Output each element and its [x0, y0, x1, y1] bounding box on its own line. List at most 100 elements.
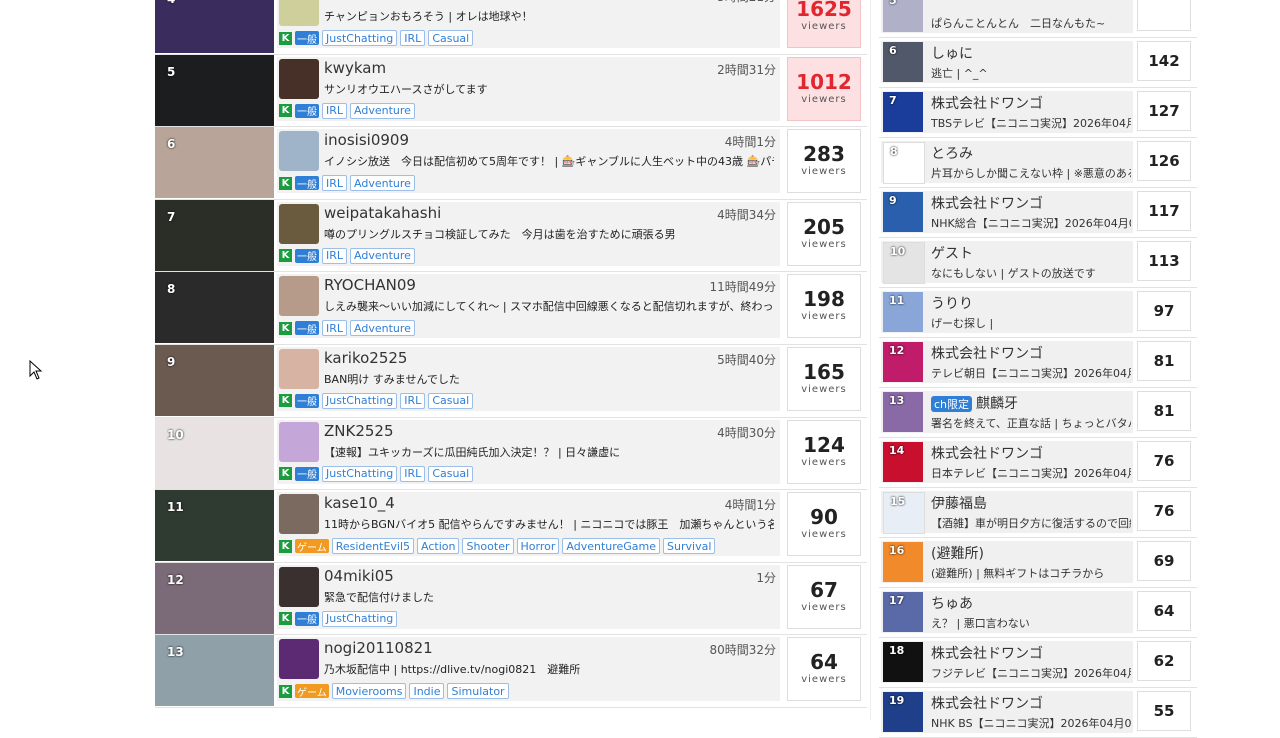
stream-thumbnail[interactable]: 6 [155, 127, 274, 199]
stream-title[interactable]: イノシシ放送 今日は配信初めて5周年です！ | 🎰ギャンブルに人生ベット中の43… [324, 153, 774, 169]
tag-link[interactable]: ResidentEvil5 [331, 538, 415, 555]
stream-title[interactable]: BAN明け すみませんでした [324, 371, 774, 387]
channel-icon[interactable]: 9 [883, 192, 923, 232]
streamer-name[interactable]: kariko2525 [324, 349, 407, 367]
side-stream-row[interactable]: 8 とろみ 片耳からしか聞こえない枠 | ※悪意のある 126 [879, 138, 1197, 188]
stream-row[interactable]: 11 kase10_4 4時間1分 11時からBGNバイオ5 配信やらんですみません！… [155, 490, 867, 563]
streamer-avatar[interactable] [279, 566, 319, 607]
stream-thumbnail[interactable]: 7 [155, 199, 274, 271]
stream-row[interactable]: 8 RYOCHAN09 11時間49分 しえみ襲来〜いい加減にしてくれ〜 | スマホ配… [155, 272, 867, 345]
channel-name[interactable]: ちゅあ [931, 596, 973, 612]
tag-link[interactable]: Adventure [350, 175, 415, 192]
side-stream-title[interactable]: フジテレビ【ニコニコ実況】2026年04月 [931, 665, 1131, 681]
stream-title[interactable]: しえみ襲来〜いい加減にしてくれ〜 | スマホ配信中回線悪くなると配信切れますが、… [324, 298, 774, 314]
side-stream-title[interactable]: なにもしない | ゲストの放送です [931, 265, 1131, 281]
side-stream-row[interactable]: 17 ちゅあ え？ | 悪口言わない 64 [879, 588, 1197, 638]
tag-link[interactable]: Casual [428, 392, 474, 409]
category-badge[interactable]: 一般 [295, 466, 319, 481]
stream-title[interactable]: 【速報】ユキッカーズに瓜田純氏加入決定！？ | 日々謙虚に [324, 444, 774, 460]
side-stream-card[interactable]: 18 株式会社ドワンゴフジテレビ【ニコニコ実況】2026年04月 [881, 641, 1133, 683]
tag-link[interactable]: JustChatting [322, 465, 398, 482]
stream-title[interactable]: チャンピョンおもろそう | オレは地球や！ [324, 8, 774, 24]
side-stream-card[interactable]: 5 ぱらんことんとん 二日なんもた~ [881, 0, 1133, 33]
stream-title[interactable]: 噂のプリングルスチョコ検証してみた 今月は歯を治すために頑張る男 [324, 226, 774, 242]
tag-link[interactable]: IRL [400, 392, 426, 409]
streamer-name[interactable]: kase10_4 [324, 494, 395, 512]
stream-info-card[interactable]: kariko2525 5時間40分 BAN明け すみませんでした K 一般 JustCha… [277, 346, 780, 411]
side-stream-row[interactable]: 15 伊藤福島 【酒雑】車が明日夕方に復活するので回線 76 [879, 488, 1197, 538]
side-stream-title[interactable]: テレビ朝日【ニコニコ実況】2026年04月 [931, 365, 1131, 381]
category-badge[interactable]: 一般 [295, 321, 319, 336]
tag-link[interactable]: IRL [400, 465, 426, 482]
channel-name[interactable]: ゲスト [931, 246, 973, 262]
channel-icon[interactable]: 14 [883, 442, 923, 482]
channel-name[interactable]: 株式会社ドワンゴ [931, 96, 1043, 112]
channel-icon[interactable]: 5 [883, 0, 923, 32]
side-stream-row[interactable]: 5 ぱらんことんとん 二日なんもた~ [879, 0, 1197, 38]
stream-info-card[interactable]: RYOCHAN09 11時間49分 しえみ襲来〜いい加減にしてくれ〜 | スマホ配信… [277, 274, 780, 339]
tag-link[interactable]: Casual [428, 465, 474, 482]
tag-link[interactable]: Adventure [350, 102, 415, 119]
side-stream-card[interactable]: 6 しゅに 逃亡 | ^_^ [881, 41, 1133, 83]
channel-name[interactable]: 麒麟牙 [976, 396, 1018, 412]
stream-row[interactable]: 13 nogi20110821 80時間32分 乃木坂配信中 | https://dl… [155, 635, 867, 708]
stream-thumbnail[interactable]: 11 [155, 490, 274, 562]
streamer-avatar[interactable] [279, 494, 319, 535]
stream-row[interactable]: 7 weipatakahashi 4時間34分 噂のプリングルスチョコ検証してみた 今… [155, 199, 867, 273]
stream-row[interactable]: 6 inosisi0909 4時間1分 イノシシ放送 今日は配信初めて5周年です！ |… [155, 127, 867, 200]
streamer-avatar[interactable] [279, 203, 319, 244]
category-badge[interactable]: 一般 [295, 393, 319, 408]
channel-icon[interactable]: 18 [883, 642, 923, 682]
side-stream-row[interactable]: 6 しゅに 逃亡 | ^_^ 142 [879, 38, 1197, 88]
side-stream-row[interactable]: 11 うりり げーむ探し | 97 [879, 288, 1197, 338]
streamer-name[interactable]: kwykam [324, 59, 386, 77]
streamer-name[interactable]: oechan [324, 0, 379, 4]
category-badge[interactable]: 一般 [295, 176, 319, 191]
side-stream-title[interactable]: TBSテレビ【ニコニコ実況】2026年04月0 [931, 115, 1131, 131]
side-stream-card[interactable]: 11 うりり げーむ探し | [881, 291, 1133, 333]
side-stream-card[interactable]: 19 株式会社ドワンゴ NHK BS【ニコニコ実況】2026年04月08 [881, 691, 1133, 733]
stream-title[interactable]: サンリオウエハースさがしてます [324, 81, 774, 97]
channel-icon[interactable]: 8 [883, 142, 925, 184]
stream-info-card[interactable]: nogi20110821 80時間32分 乃木坂配信中 | https://dliv… [277, 637, 780, 702]
side-stream-title[interactable]: え？ | 悪口言わない [931, 615, 1131, 631]
category-badge[interactable]: ゲーム [295, 539, 329, 554]
stream-title[interactable]: 11時からBGNバイオ5 配信やらんですみません！ | ニコニコでは豚王 加瀬ち… [324, 516, 774, 532]
tag-link[interactable]: Shooter [462, 538, 514, 555]
tag-link[interactable]: JustChatting [322, 30, 398, 46]
category-badge[interactable]: 一般 [295, 31, 319, 46]
category-badge[interactable]: 一般 [295, 611, 319, 626]
side-stream-title[interactable]: 署名を終えて、正直な話 | ちょっとバタバ [931, 415, 1131, 431]
channel-icon[interactable]: 13 [883, 392, 923, 432]
tag-link[interactable]: Movierooms [331, 683, 407, 700]
side-stream-card[interactable]: 9 株式会社ドワンゴ NHK総合【ニコニコ実況】2026年04月08 [881, 191, 1133, 233]
side-stream-card[interactable]: 13 ch限定 麒麟牙 署名を終えて、正直な話 | ちょっとバタバ [881, 391, 1133, 433]
streamer-avatar[interactable] [279, 639, 319, 680]
channel-icon[interactable]: 7 [883, 92, 923, 132]
side-stream-title[interactable]: 日本テレビ【ニコニコ実況】2026年04月 [931, 465, 1131, 481]
tag-link[interactable]: Casual [428, 30, 474, 46]
tag-link[interactable]: JustChatting [322, 610, 398, 627]
stream-row[interactable]: 12 04miki05 1分 緊急で配信付けました K 一般 JustChatting 67 v… [155, 562, 867, 636]
side-stream-card[interactable]: 12 株式会社ドワンゴ テレビ朝日【ニコニコ実況】2026年04月 [881, 341, 1133, 383]
side-stream-row[interactable]: 13 ch限定 麒麟牙 署名を終えて、正直な話 | ちょっとバタバ 81 [879, 388, 1197, 438]
tag-link[interactable]: Action [417, 538, 460, 555]
stream-thumbnail[interactable]: 9 [155, 344, 274, 416]
channel-name[interactable]: 株式会社ドワンゴ [931, 646, 1043, 662]
side-stream-title[interactable]: げーむ探し | [931, 315, 1131, 331]
channel-name[interactable]: しゅに [931, 46, 973, 62]
category-badge[interactable]: 一般 [295, 103, 319, 118]
category-badge[interactable]: ゲーム [295, 684, 329, 699]
tag-link[interactable]: Horror [516, 538, 560, 555]
side-stream-row[interactable]: 18 株式会社ドワンゴ フジテレビ【ニコニコ実況】2026年04月 62 [879, 638, 1197, 688]
stream-thumbnail[interactable]: 13 [155, 635, 274, 707]
streamer-name[interactable]: ZNK2525 [324, 422, 394, 440]
side-stream-title[interactable]: 片耳からしか聞こえない枠 | ※悪意のある [931, 165, 1131, 181]
tag-link[interactable]: Survival [663, 538, 716, 555]
category-badge[interactable]: 一般 [295, 248, 319, 263]
streamer-avatar[interactable] [279, 421, 319, 462]
side-stream-card[interactable]: 16 (避難所) (避難所) | 無料ギフトはコチラから [881, 541, 1133, 583]
side-stream-card[interactable]: 15 伊藤福島 【酒雑】車が明日夕方に復活するので回線 [881, 491, 1133, 534]
side-stream-title[interactable]: 【酒雑】車が明日夕方に復活するので回線 [931, 515, 1131, 531]
side-stream-title[interactable]: NHK BS【ニコニコ実況】2026年04月08 [931, 715, 1131, 731]
